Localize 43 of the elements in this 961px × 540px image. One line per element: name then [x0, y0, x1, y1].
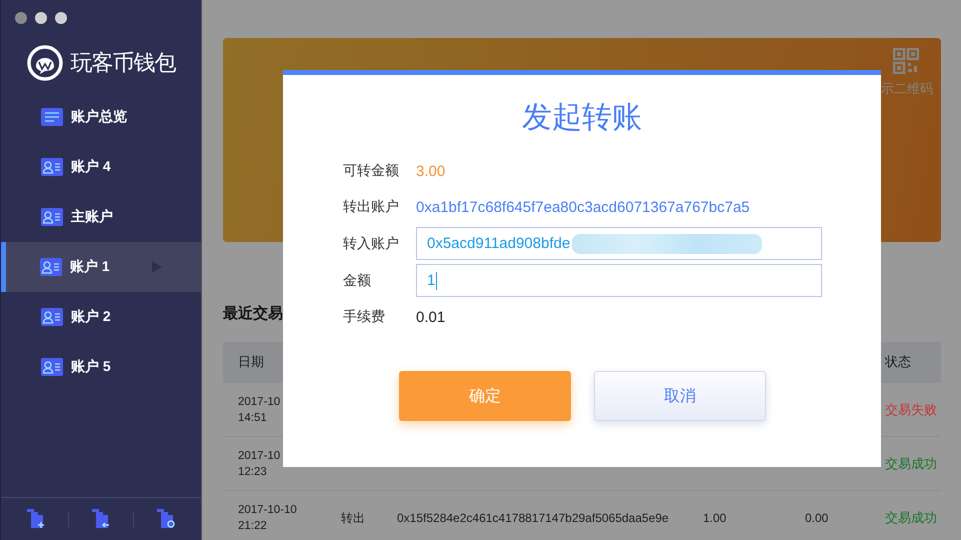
contact-card-icon: [41, 208, 63, 226]
table-cell-text: 2017-10 14:51: [238, 394, 282, 426]
list-icon: [41, 108, 63, 126]
section-title: 最近交易: [223, 304, 283, 323]
address-text: 0xa1bf17c68f645f7ea80c3acd6071367a767bc7a5: [416, 198, 750, 216]
table-cell-text: 0.00: [805, 510, 830, 526]
status-text: 交易成功: [884, 456, 938, 472]
table-cell-text: 转出: [341, 510, 366, 526]
import-file-icon[interactable]: [92, 509, 110, 529]
sidebar-item[interactable]: 账户 1: [1, 242, 201, 292]
field-label: 可转金额: [343, 162, 400, 180]
add-file-icon[interactable]: [26, 509, 45, 529]
qr-label: 示二维码: [881, 80, 933, 98]
logo-icon: [26, 45, 62, 81]
field-label: 转入账户: [343, 234, 400, 252]
sidebar-item[interactable]: 账户总览: [1, 92, 201, 142]
table-cell-text: 2017-10-10 21:22: [238, 502, 298, 534]
contact-card-icon: [41, 308, 63, 326]
field-label: 转出账户: [343, 198, 400, 216]
sidebar-item[interactable]: 账户 2: [1, 292, 201, 342]
field-label: 金额: [343, 272, 372, 290]
status-text: 交易成功: [884, 510, 938, 526]
sidebar-item[interactable]: 主账户: [1, 192, 201, 242]
sidebar-item[interactable]: 账户 4: [1, 142, 201, 192]
column-header: 状态: [884, 354, 912, 370]
table-cell-text: 0x15f5284e2c461c4178817147b29af5065daa5e9e: [397, 510, 670, 526]
window-close-button[interactable]: [15, 12, 27, 24]
value-text: 3.00: [416, 162, 446, 180]
restore-file-icon[interactable]: [157, 509, 176, 529]
table-cell-text: 1.00: [703, 510, 728, 526]
value-text: 0.01: [416, 308, 446, 326]
window-minimize-button[interactable]: [35, 12, 47, 24]
app-title: 玩客币钱包: [70, 50, 176, 78]
contact-card-icon: [41, 158, 63, 176]
dialog-title: 发起转账: [521, 100, 643, 136]
table-cell-text: 2017-10 12:23: [238, 448, 282, 480]
status-text: 交易失败: [884, 402, 938, 418]
field-label: 手续费: [343, 308, 386, 326]
contact-card-icon: [41, 358, 63, 376]
contact-card-icon: [40, 258, 62, 276]
column-header: 日期: [238, 354, 265, 370]
window-zoom-button[interactable]: [55, 12, 67, 24]
sidebar-item[interactable]: 账户 5: [1, 342, 201, 392]
